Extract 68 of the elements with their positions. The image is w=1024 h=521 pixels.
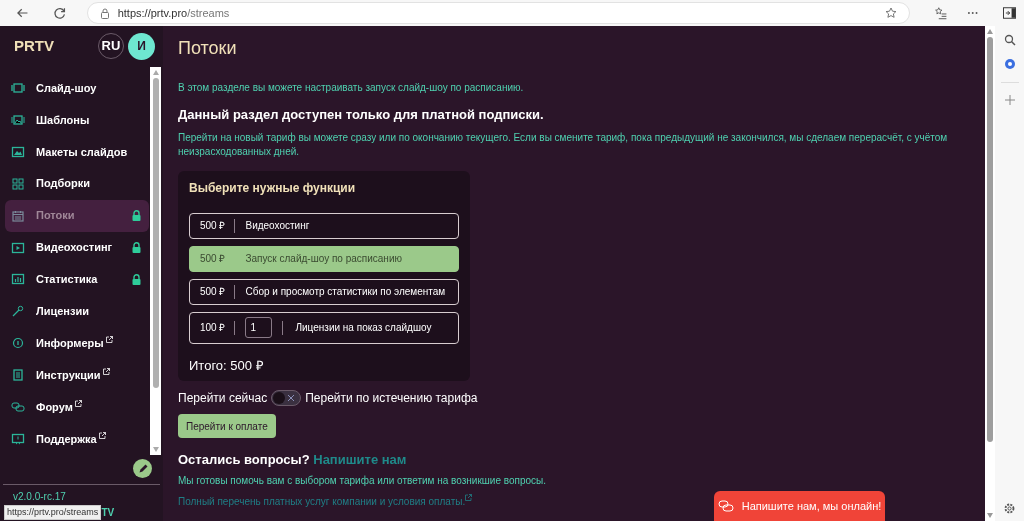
switch-label: Перейти сейчас (178, 390, 268, 407)
chart-icon (11, 273, 25, 286)
lock-icon (99, 7, 110, 19)
nav-item[interactable]: Шаблоны (5, 103, 149, 136)
card-title: Выберите нужные функции (189, 179, 357, 197)
info-icon (11, 337, 25, 350)
switch-label: Перейти по истечению тарифа (305, 390, 478, 407)
url-text: https://prtv.pro/streams (117, 5, 230, 21)
nav-item[interactable]: Форум (5, 391, 149, 424)
explanation-text: Перейти на новый тариф вы можете сразу или по окончанию текущего. Если вы смените тариф, пока предыдущий не закончился, мы сделаем перерасчёт, с учётом неизрасходованных дней. (178, 130, 948, 159)
nav-item[interactable]: Статистика (5, 263, 149, 296)
feature-option[interactable]: 500 ₽ Запуск слайд-шоу по расписанию (189, 245, 459, 272)
quantity-field[interactable]: 1 (245, 317, 273, 338)
page-scrollbar[interactable] (985, 26, 995, 521)
play-icon (11, 241, 25, 254)
intro-text: В этом разделе вы можете настраивать запуск слайд-шоу по расписанию. (178, 81, 525, 95)
chat-icon (717, 499, 734, 513)
refresh-icon[interactable] (53, 6, 67, 20)
nav-item[interactable]: Лицензии (5, 295, 149, 328)
version-text: v2.0.0-rc.17 (12, 490, 67, 504)
template-icon (11, 113, 25, 126)
total-text: Итого: 500 ₽ (189, 356, 265, 375)
page-title: Потоки (178, 37, 238, 60)
settings-icon[interactable] (1003, 502, 1016, 515)
document-icon (11, 369, 25, 382)
grid-icon (11, 177, 25, 190)
star-icon[interactable] (884, 7, 897, 19)
toggle-switch[interactable] (271, 390, 302, 406)
feature-option[interactable]: 100 ₽ 1 Лицензии на показ слайдшоу (189, 311, 459, 344)
calendar-icon (11, 209, 25, 222)
feature-option[interactable]: 500 ₽ Сбор и просмотр статистики по элементам (189, 278, 459, 305)
user-avatar[interactable]: И (128, 32, 155, 60)
more-icon[interactable] (967, 11, 979, 15)
search-icon[interactable] (1003, 34, 1016, 46)
nav-item[interactable]: Макеты слайдов (5, 135, 149, 168)
services-link[interactable]: Полный перечень платных услуг компании и условия оплаты. (178, 493, 473, 509)
chat-button[interactable]: Напишите нам, мы онлайн! (714, 491, 885, 521)
sidebar-toggle-icon[interactable] (1002, 7, 1016, 19)
key-icon (11, 305, 25, 318)
feature-option[interactable]: 500 ₽ Видеохостинг (189, 212, 459, 239)
nav-item[interactable]: Поддержка (5, 423, 149, 456)
cross-icon (288, 395, 295, 401)
chat-icon (11, 401, 25, 414)
scroll-down-icon[interactable] (987, 513, 993, 518)
nav-item[interactable]: Видеохостинг (5, 231, 149, 264)
nav-item[interactable]: Потоки (5, 199, 149, 232)
nav-item[interactable]: Информеры (5, 327, 149, 360)
help-text: Мы готовы помочь вам с выбором тарифа или ответим на возникшие вопросы. (178, 473, 548, 488)
nav-item[interactable]: Подборки (5, 167, 149, 200)
write-us-link[interactable]: Напишите нам (313, 452, 407, 467)
status-url-tooltip: https://prtv.pro/streams (4, 505, 102, 520)
image-icon (11, 145, 25, 158)
pencil-icon (137, 463, 148, 474)
back-icon[interactable] (16, 6, 30, 20)
nav-item[interactable]: Инструкции (5, 359, 149, 392)
external-link-icon (465, 493, 473, 501)
edit-button[interactable] (133, 459, 152, 478)
nav-item[interactable]: Слайд-шоу (5, 72, 149, 104)
support-icon (11, 433, 25, 446)
notice-heading: Данный раздел доступен только для платной подписки. (178, 106, 545, 124)
monitor-icon (11, 81, 25, 94)
pay-button[interactable]: Перейти к оплате (178, 414, 276, 438)
scroll-up-icon[interactable] (987, 29, 993, 34)
favorites-icon[interactable] (933, 6, 948, 20)
logo[interactable]: PRTV (14, 34, 54, 58)
address-bar[interactable]: https://prtv.pro/streams (86, 2, 910, 24)
questions-heading: Остались вопросы? (178, 452, 310, 467)
footer-text: TV (101, 506, 115, 520)
